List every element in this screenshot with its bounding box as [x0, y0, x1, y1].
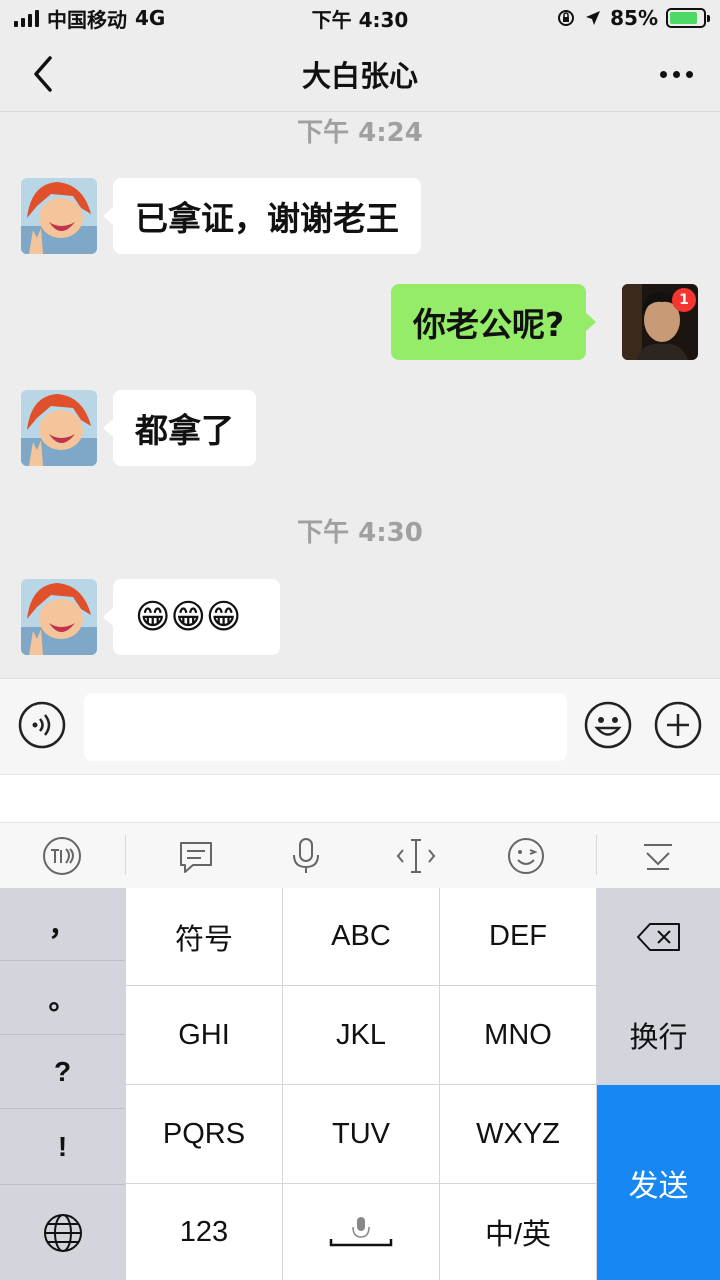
status-left: 中国移动 4G — [14, 4, 165, 33]
message-bubble-incoming[interactable]: 已拿证，谢谢老王 — [103, 178, 421, 254]
message-bubble-incoming[interactable]: 😁😁😁 — [103, 579, 280, 655]
key-globe[interactable] — [0, 1184, 125, 1280]
key-backspace[interactable] — [597, 888, 720, 985]
cursor-icon[interactable] — [395, 835, 437, 877]
globe-icon — [43, 1213, 82, 1252]
input-bar — [0, 678, 720, 774]
message-icon[interactable] — [175, 835, 217, 877]
message-text: 😁😁😁 — [135, 597, 242, 637]
key-exclamation[interactable]: ! — [0, 1110, 125, 1183]
toolbar-divider — [596, 835, 597, 875]
chat-area[interactable]: 下午 4:24 已拿证，谢谢老王 你老公呢? 1 都拿了 下午 4:30 😁😁😁 — [0, 112, 720, 678]
contact-avatar[interactable] — [21, 390, 97, 466]
message-text: 都拿了 — [135, 411, 234, 450]
microphone-icon[interactable] — [285, 835, 327, 877]
status-bar: 中国移动 4G 下午 4:30 85% — [0, 0, 720, 36]
unread-badge: 1 — [672, 288, 696, 312]
message-text: 你老公呢? — [413, 305, 565, 344]
key-def[interactable]: DEF — [440, 888, 596, 985]
chat-title: 大白张心 — [301, 58, 418, 93]
back-icon[interactable] — [24, 52, 64, 96]
battery-icon — [666, 8, 710, 28]
space-mic-icon — [329, 1217, 393, 1247]
key-wxyz[interactable]: WXYZ — [440, 1085, 596, 1183]
location-icon — [586, 11, 601, 25]
emoji-icon[interactable] — [584, 701, 632, 749]
key-space[interactable] — [283, 1184, 439, 1280]
contact-avatar[interactable] — [21, 579, 97, 655]
signal-icon — [14, 9, 39, 27]
voice-icon[interactable] — [18, 701, 66, 749]
rotation-lock-icon — [558, 10, 575, 26]
key-send[interactable]: 发送 — [597, 1085, 720, 1280]
toolbar-divider — [125, 835, 126, 875]
key-jkl[interactable]: JKL — [283, 986, 439, 1084]
message-bubble-outgoing[interactable]: 你老公呢? — [391, 284, 597, 360]
message-text: 已拿证，谢谢老王 — [135, 199, 399, 238]
more-dots-icon[interactable] — [656, 56, 696, 92]
contact-avatar[interactable] — [21, 178, 97, 254]
network-label: 4G — [135, 6, 166, 30]
wink-emoji-icon[interactable] — [505, 835, 547, 877]
key-symbols[interactable]: 符号 — [126, 888, 282, 985]
message-input[interactable] — [84, 693, 567, 761]
keyboard-candidate-strip — [0, 774, 720, 822]
carrier-label: 中国移动 — [47, 7, 127, 32]
key-abc[interactable]: ABC — [283, 888, 439, 985]
key-mno[interactable]: MNO — [440, 986, 596, 1084]
key-ghi[interactable]: GHI — [126, 986, 282, 1084]
keyboard-toolbar — [0, 822, 720, 888]
key-question[interactable]: ? — [0, 1036, 125, 1109]
key-123[interactable]: 123 — [126, 1184, 282, 1280]
message-timestamp: 下午 4:30 — [297, 518, 423, 548]
message-timestamp: 下午 4:24 — [297, 118, 423, 148]
plus-circle-icon[interactable] — [654, 701, 702, 749]
nav-bar: 大白张心 — [0, 36, 720, 112]
key-tuv[interactable]: TUV — [283, 1085, 439, 1183]
xunfei-logo-icon[interactable] — [41, 835, 83, 877]
keyboard: ， 。 ? ! 符号 ABC DEF GHI JKL MNO PQRS TUV … — [0, 888, 720, 1280]
key-period[interactable]: 。 — [0, 962, 125, 1035]
key-comma[interactable]: ， — [0, 888, 125, 961]
status-right: 85% — [556, 6, 710, 30]
key-pqrs[interactable]: PQRS — [126, 1085, 282, 1183]
backspace-icon — [636, 922, 680, 951]
battery-percent: 85% — [610, 6, 658, 30]
message-bubble-incoming[interactable]: 都拿了 — [103, 390, 256, 466]
key-lang-switch[interactable]: 中/英 — [440, 1184, 596, 1280]
collapse-keyboard-icon[interactable] — [637, 835, 679, 877]
key-newline[interactable]: 换行 — [597, 986, 720, 1084]
